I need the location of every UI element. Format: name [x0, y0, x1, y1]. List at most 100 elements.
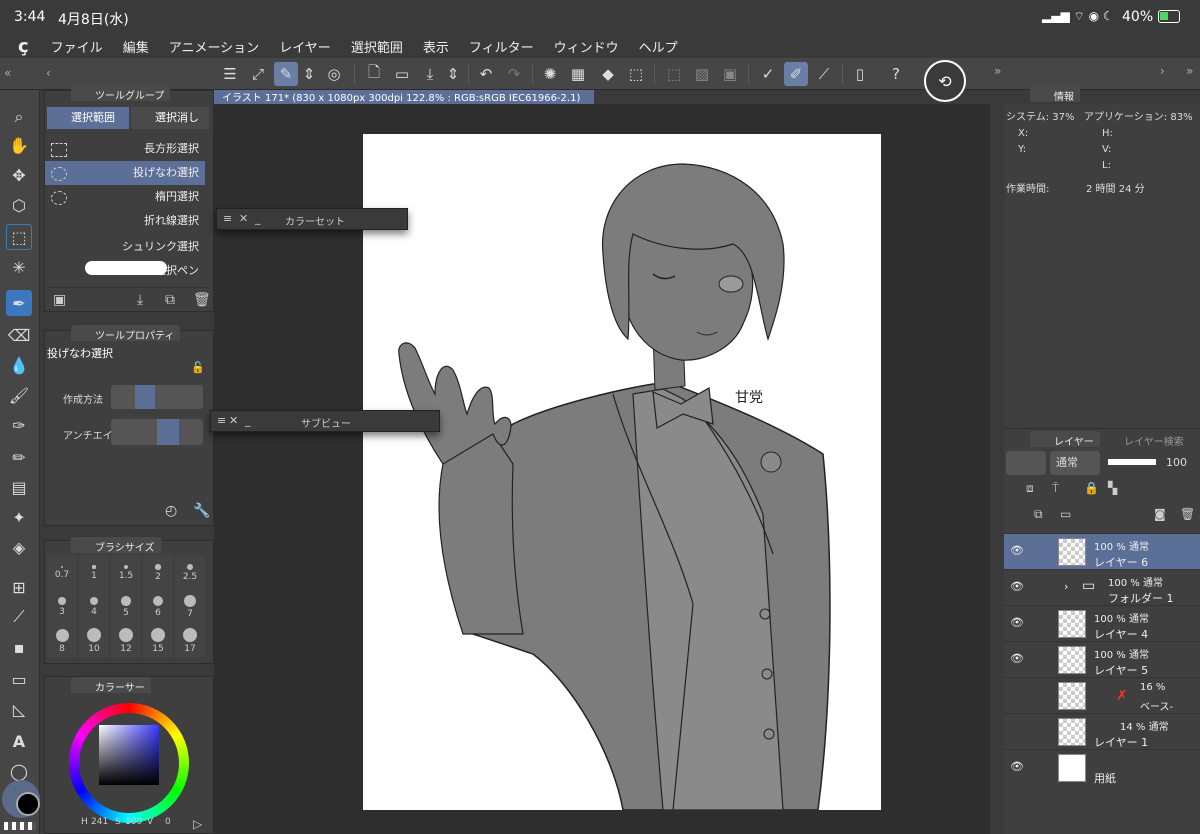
- layer-row-5[interactable]: 👁 100 % 通常 レイヤー 5: [1004, 641, 1200, 677]
- new-file-icon[interactable]: 🗋: [362, 62, 386, 86]
- brush-tool-icon[interactable]: 🖌: [6, 382, 32, 408]
- collapse-right-icon[interactable]: ›: [1160, 64, 1165, 78]
- tool-property-tab[interactable]: ツールプロパティ: [71, 325, 181, 342]
- hamburger-menu-icon[interactable]: ☰: [218, 62, 242, 86]
- layer-color-button[interactable]: [1006, 451, 1046, 475]
- updown-icon[interactable]: ⇕: [302, 62, 316, 86]
- transparency-lock-icon[interactable]: ▚: [1108, 481, 1117, 495]
- tool-lasso-select[interactable]: 投げなわ選択: [45, 161, 205, 185]
- opacity-value[interactable]: 100: [1166, 456, 1187, 469]
- device-icon[interactable]: ▯: [848, 62, 872, 86]
- menu-help[interactable]: ヘルプ: [639, 37, 678, 56]
- menu-window[interactable]: ウィンドウ: [554, 37, 619, 56]
- move-tool-icon[interactable]: ✥: [6, 162, 32, 188]
- decoration-tool-icon[interactable]: ✦: [6, 504, 32, 530]
- tool-ellipse-select[interactable]: 楕円選択: [45, 185, 205, 209]
- selection-tool-icon[interactable]: ⬚: [6, 224, 32, 250]
- eye-icon[interactable]: 👁: [1010, 652, 1024, 665]
- layer-row-paper[interactable]: 👁 用紙: [1004, 749, 1200, 785]
- brush-size-cell[interactable]: 1.5: [111, 555, 141, 589]
- minimize-icon[interactable]: _: [255, 212, 261, 225]
- menu-view[interactable]: 表示: [423, 37, 449, 56]
- layer-row-1[interactable]: 14 % 通常 レイヤー 1: [1004, 713, 1200, 749]
- brush-size-cell[interactable]: 1: [79, 555, 109, 589]
- save-options-icon[interactable]: ⇕: [446, 62, 460, 86]
- quick-access-icon[interactable]: ✎: [274, 62, 298, 86]
- tool-group-tab[interactable]: ツールグループ: [71, 85, 171, 102]
- color-wheel-tab[interactable]: カラーサー: [71, 677, 151, 694]
- fill-icon[interactable]: ◆: [596, 62, 620, 86]
- undo-icon[interactable]: ↶: [474, 62, 498, 86]
- close-icon[interactable]: ✕: [229, 414, 238, 427]
- brush-size-cell[interactable]: 17: [175, 623, 205, 657]
- menu-layer[interactable]: レイヤー: [279, 37, 331, 56]
- eye-icon[interactable]: 👁: [1010, 544, 1024, 557]
- grip-icon[interactable]: ≡: [223, 212, 232, 225]
- brush-size-cell[interactable]: 7: [175, 589, 205, 623]
- line-tool-icon[interactable]: ⟋: [6, 604, 32, 630]
- canvas-paper[interactable]: 甘党: [363, 134, 881, 811]
- new-folder-icon[interactable]: ▭: [1060, 507, 1071, 521]
- save-icon[interactable]: ⤓: [418, 62, 442, 86]
- snap-brush-icon[interactable]: ✐: [784, 62, 808, 86]
- help-icon[interactable]: ?: [884, 62, 908, 86]
- brush-size-cell[interactable]: 5: [111, 589, 141, 623]
- grip-icon[interactable]: ≡: [217, 414, 226, 427]
- text-tool-icon[interactable]: A: [6, 728, 32, 754]
- tool-rect-select[interactable]: 長方形選択: [45, 137, 205, 161]
- open-folder-icon[interactable]: ▭: [390, 62, 414, 86]
- layer-tab[interactable]: レイヤー: [1030, 431, 1100, 448]
- trash-icon[interactable]: 🗑: [193, 292, 211, 308]
- eye-icon[interactable]: 👁: [1010, 580, 1024, 593]
- mask-icon[interactable]: ⍑: [1052, 481, 1059, 496]
- eraser-tool-icon[interactable]: ⌫: [6, 322, 32, 348]
- collapse-right-left-icon[interactable]: »: [994, 64, 1001, 78]
- creation-method-buttons[interactable]: [111, 385, 203, 409]
- hand-tool-icon[interactable]: ✋: [6, 132, 32, 158]
- menu-animation[interactable]: アニメーション: [169, 37, 259, 56]
- tab-deselect[interactable]: 選択消し: [131, 107, 209, 129]
- minimize-icon[interactable]: _: [245, 414, 251, 427]
- menu-filter[interactable]: フィルター: [469, 37, 534, 56]
- layer-search-tab[interactable]: レイヤー検索: [1124, 433, 1184, 448]
- brush-size-cell[interactable]: 0.7: [47, 555, 77, 589]
- close-icon[interactable]: ✕: [239, 212, 248, 225]
- canvas-resize-icon[interactable]: ⤢: [246, 62, 270, 86]
- invert-selection-icon[interactable]: ▨: [690, 62, 714, 86]
- brush-size-cell[interactable]: 12: [111, 623, 141, 657]
- rotate-canvas-icon[interactable]: ⟲: [924, 60, 966, 102]
- menu-file[interactable]: ファイル: [51, 37, 103, 56]
- auto-select-icon[interactable]: ✳: [6, 254, 32, 280]
- balloon-tool-icon[interactable]: ◺: [6, 696, 32, 722]
- brush-size-cell[interactable]: 8: [47, 623, 77, 657]
- collapse-right-far-icon[interactable]: »: [1186, 64, 1193, 78]
- zoom-tool-icon[interactable]: ⌕: [6, 104, 32, 130]
- redo-icon[interactable]: ↷: [502, 62, 526, 86]
- loading-icon[interactable]: ✺: [538, 62, 562, 86]
- layer-row-folder-1[interactable]: 👁 › ▭ 100 % 通常 フォルダー 1: [1004, 569, 1200, 605]
- collapse-panel-icon[interactable]: ‹: [46, 66, 51, 80]
- show-selection-icon[interactable]: ▣: [718, 62, 742, 86]
- tool-polyline-select[interactable]: 折れ線選択: [45, 209, 205, 233]
- airbrush-tool-icon[interactable]: ▤: [6, 474, 32, 500]
- brush-size-cell[interactable]: 6: [143, 589, 173, 623]
- collapse-left-icon[interactable]: «: [4, 66, 11, 80]
- ruler-icon[interactable]: ✓: [756, 62, 780, 86]
- layer-row-4[interactable]: 👁 100 % 通常 レイヤー 4: [1004, 605, 1200, 641]
- blend-tool-icon[interactable]: 💧: [6, 352, 32, 378]
- color-set-floating-panel[interactable]: ≡ ✕ _ カラーセット: [216, 208, 408, 230]
- menu-selection[interactable]: 選択範囲: [351, 37, 403, 56]
- tool-shrink-select[interactable]: シュリンク選択: [45, 235, 205, 259]
- figure-tool-icon[interactable]: ▭: [6, 666, 32, 692]
- brush-size-cell[interactable]: 2: [143, 555, 173, 589]
- import-icon[interactable]: ⤓: [137, 292, 143, 308]
- saturation-value-square[interactable]: [99, 725, 159, 785]
- ref-layer-icon[interactable]: ⧈: [1026, 481, 1034, 496]
- frame-tool-icon[interactable]: ⊞: [6, 574, 32, 600]
- brush-size-cell[interactable]: 3: [47, 589, 77, 623]
- layer-row-base[interactable]: ✗ 16 % ベース-: [1004, 677, 1200, 713]
- brush-size-cell[interactable]: 4: [79, 589, 109, 623]
- sub-view-floating-panel[interactable]: ≡ ✕ _ サブビュー: [210, 410, 440, 432]
- smart-icon[interactable]: ◎: [322, 62, 346, 86]
- wrench-icon[interactable]: 🔧: [193, 503, 210, 519]
